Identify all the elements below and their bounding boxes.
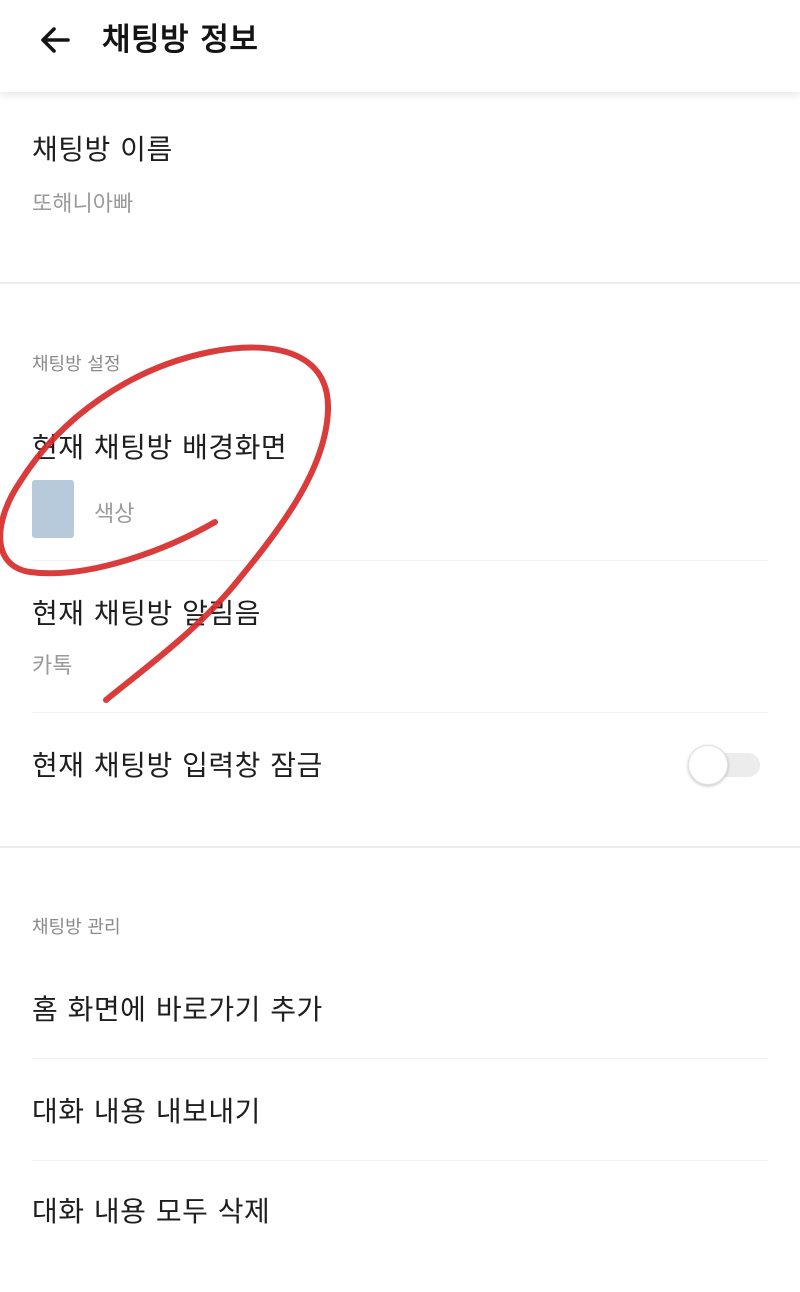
room-name-label: 채팅방 이름 <box>32 133 173 166</box>
add-shortcut-label: 홈 화면에 바로가기 추가 <box>32 993 323 1026</box>
notification-sound-row[interactable]: 현재 채팅방 알림음 카톡 <box>0 566 800 710</box>
row-divider <box>32 712 768 713</box>
input-lock-row: 현재 채팅방 입력창 잠금 <box>0 716 800 816</box>
notification-sound-label: 현재 채팅방 알림음 <box>32 597 261 630</box>
arrow-left-icon <box>41 27 70 53</box>
back-button[interactable] <box>30 18 80 62</box>
section-divider <box>0 282 800 284</box>
background-label: 현재 채팅방 배경화면 <box>32 431 288 464</box>
management-section-label: 채팅방 관리 <box>32 917 121 938</box>
input-lock-toggle[interactable] <box>688 745 762 785</box>
export-chat-row[interactable]: 대화 내용 내보내기 <box>0 1060 800 1158</box>
add-shortcut-row[interactable]: 홈 화면에 바로가기 추가 <box>0 960 800 1058</box>
input-lock-label: 현재 채팅방 입력창 잠금 <box>32 749 323 782</box>
page-title: 채팅방 정보 <box>102 22 259 58</box>
delete-chat-row[interactable]: 대화 내용 모두 삭제 <box>0 1162 800 1260</box>
room-name-value: 또해니아빠 <box>32 192 134 217</box>
background-value: 색상 <box>94 502 135 527</box>
background-row[interactable]: 현재 채팅방 배경화면 색상 <box>0 410 800 556</box>
row-divider <box>32 560 768 561</box>
notification-sound-value: 카톡 <box>32 654 73 679</box>
row-divider <box>32 1160 768 1161</box>
top-app-bar: 채팅방 정보 <box>0 0 800 92</box>
background-color-swatch <box>32 480 74 538</box>
room-name-row[interactable]: 채팅방 이름 또해니아빠 <box>0 110 800 280</box>
export-chat-label: 대화 내용 내보내기 <box>32 1095 261 1128</box>
delete-chat-label: 대화 내용 모두 삭제 <box>32 1195 271 1228</box>
row-divider <box>32 1058 768 1059</box>
section-divider <box>0 846 800 848</box>
settings-section-label: 채팅방 설정 <box>32 354 121 375</box>
toggle-thumb <box>688 745 728 785</box>
